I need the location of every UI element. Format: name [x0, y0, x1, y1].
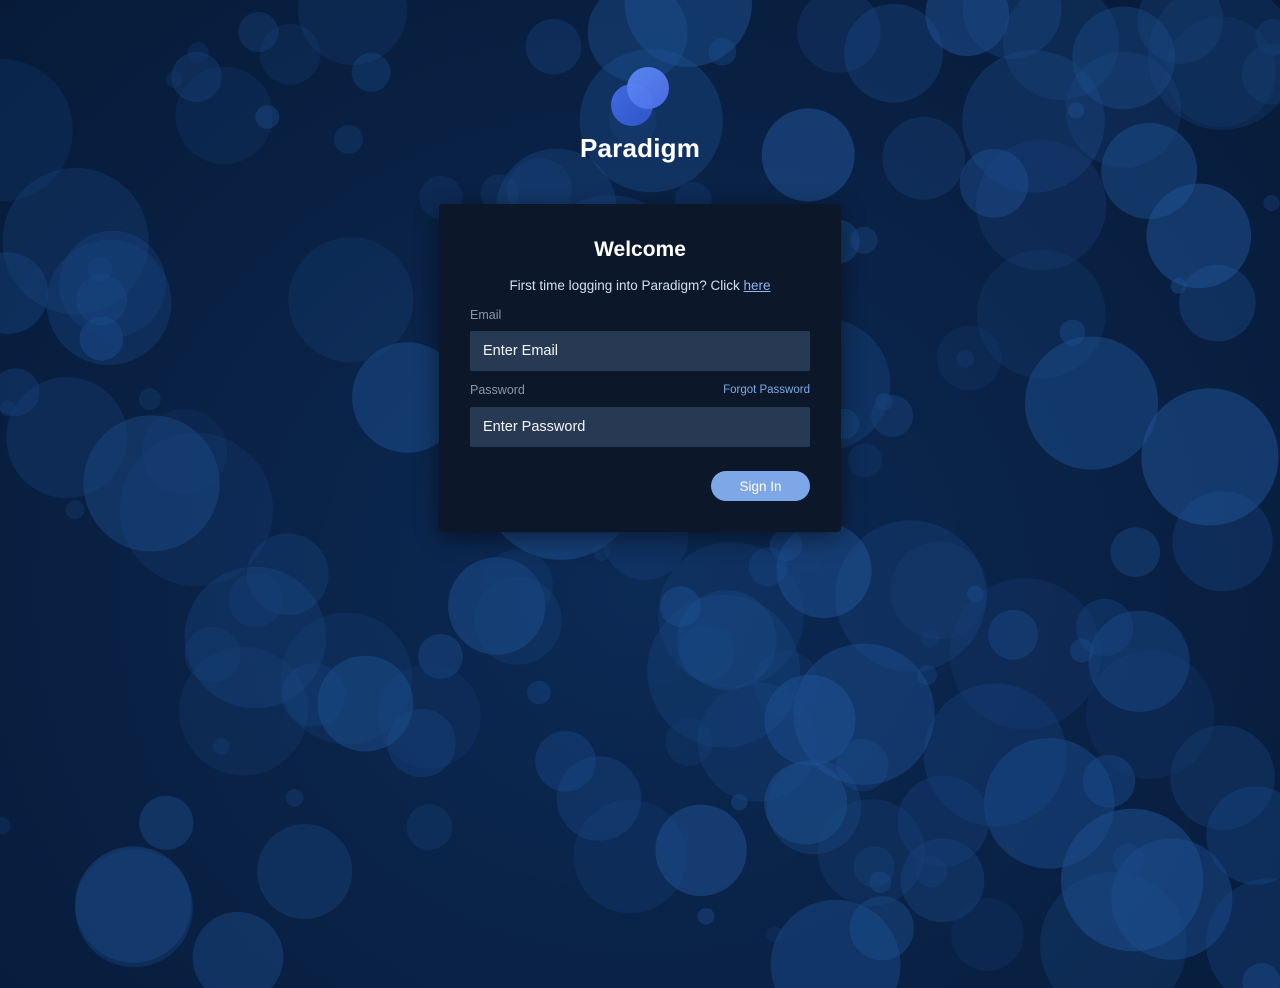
- brand-name: Paradigm: [579, 133, 701, 163]
- first-time-text: First time logging into Paradigm? Click: [509, 278, 744, 293]
- email-label: Email: [470, 308, 502, 322]
- forgot-password-link[interactable]: Forgot Password: [723, 384, 810, 396]
- first-time-here-link[interactable]: here: [744, 278, 771, 293]
- password-input[interactable]: [470, 407, 810, 447]
- sign-in-button[interactable]: Sign In: [711, 471, 810, 501]
- login-title: Welcome: [594, 238, 686, 261]
- password-label: Password: [470, 383, 525, 397]
- email-input[interactable]: [470, 331, 810, 371]
- login-card: Welcome First time logging into Paradigm…: [439, 204, 841, 532]
- first-time-message: First time logging into Paradigm? Click …: [439, 278, 841, 293]
- paradigm-logo-icon: [611, 67, 669, 126]
